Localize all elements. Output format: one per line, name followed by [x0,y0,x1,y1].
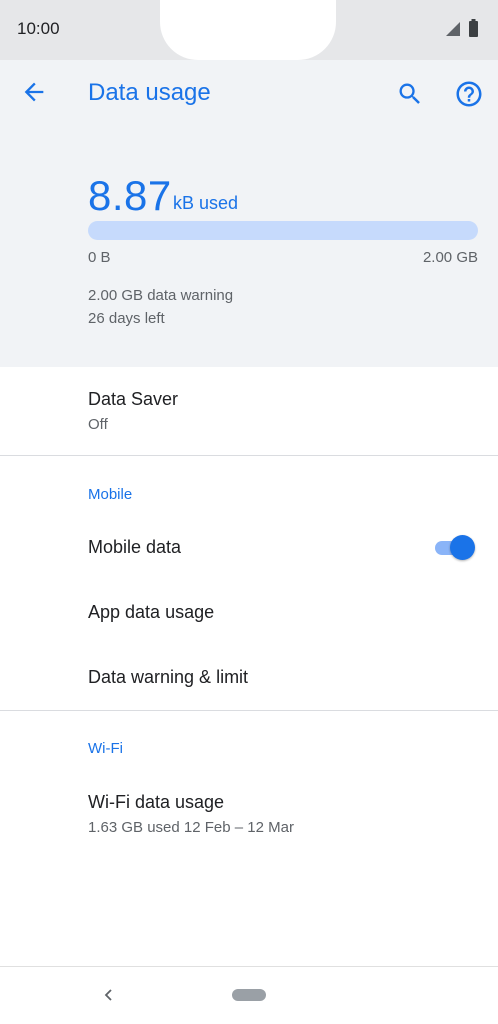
wifi-data-usage-summary: 1.63 GB used 12 Feb – 12 Mar [88,819,294,836]
divider [0,455,498,456]
days-left-text: 26 days left [88,310,165,327]
mobile-data-toggle[interactable] [431,534,475,562]
mobile-data-item[interactable]: Mobile data [88,537,181,558]
data-saver-status: Off [88,416,108,433]
toggle-thumb [450,535,475,560]
page-title: Data usage [88,79,211,106]
section-header-wifi: Wi-Fi [88,740,123,757]
wifi-data-usage-item[interactable]: Wi-Fi data usage [88,792,224,813]
status-time: 10:00 [17,19,60,38]
nav-home-pill[interactable] [232,989,266,1001]
app-data-usage-item[interactable]: App data usage [88,602,214,623]
signal-icon [446,22,460,36]
data-warning-text: 2.00 GB data warning [88,287,234,304]
usage-progress-bar [88,221,478,240]
help-icon[interactable] [454,79,484,109]
camera-notch [160,0,336,60]
usage-range-min: 0 B [88,249,111,266]
section-header-mobile: Mobile [88,486,133,503]
usage-range-max: 2.00 GB [422,249,478,266]
usage-amount: 8.87 [88,172,172,219]
nav-back-icon[interactable] [100,984,116,1006]
data-warning-limit-item[interactable]: Data warning & limit [88,667,248,688]
search-icon[interactable] [396,80,424,108]
status-bar: 10:00 [0,0,498,60]
divider [0,710,498,711]
back-arrow-icon[interactable] [20,78,48,106]
battery-icon [469,19,478,37]
data-saver-item[interactable]: Data Saver [88,389,178,410]
usage-unit: kB used [173,193,239,213]
